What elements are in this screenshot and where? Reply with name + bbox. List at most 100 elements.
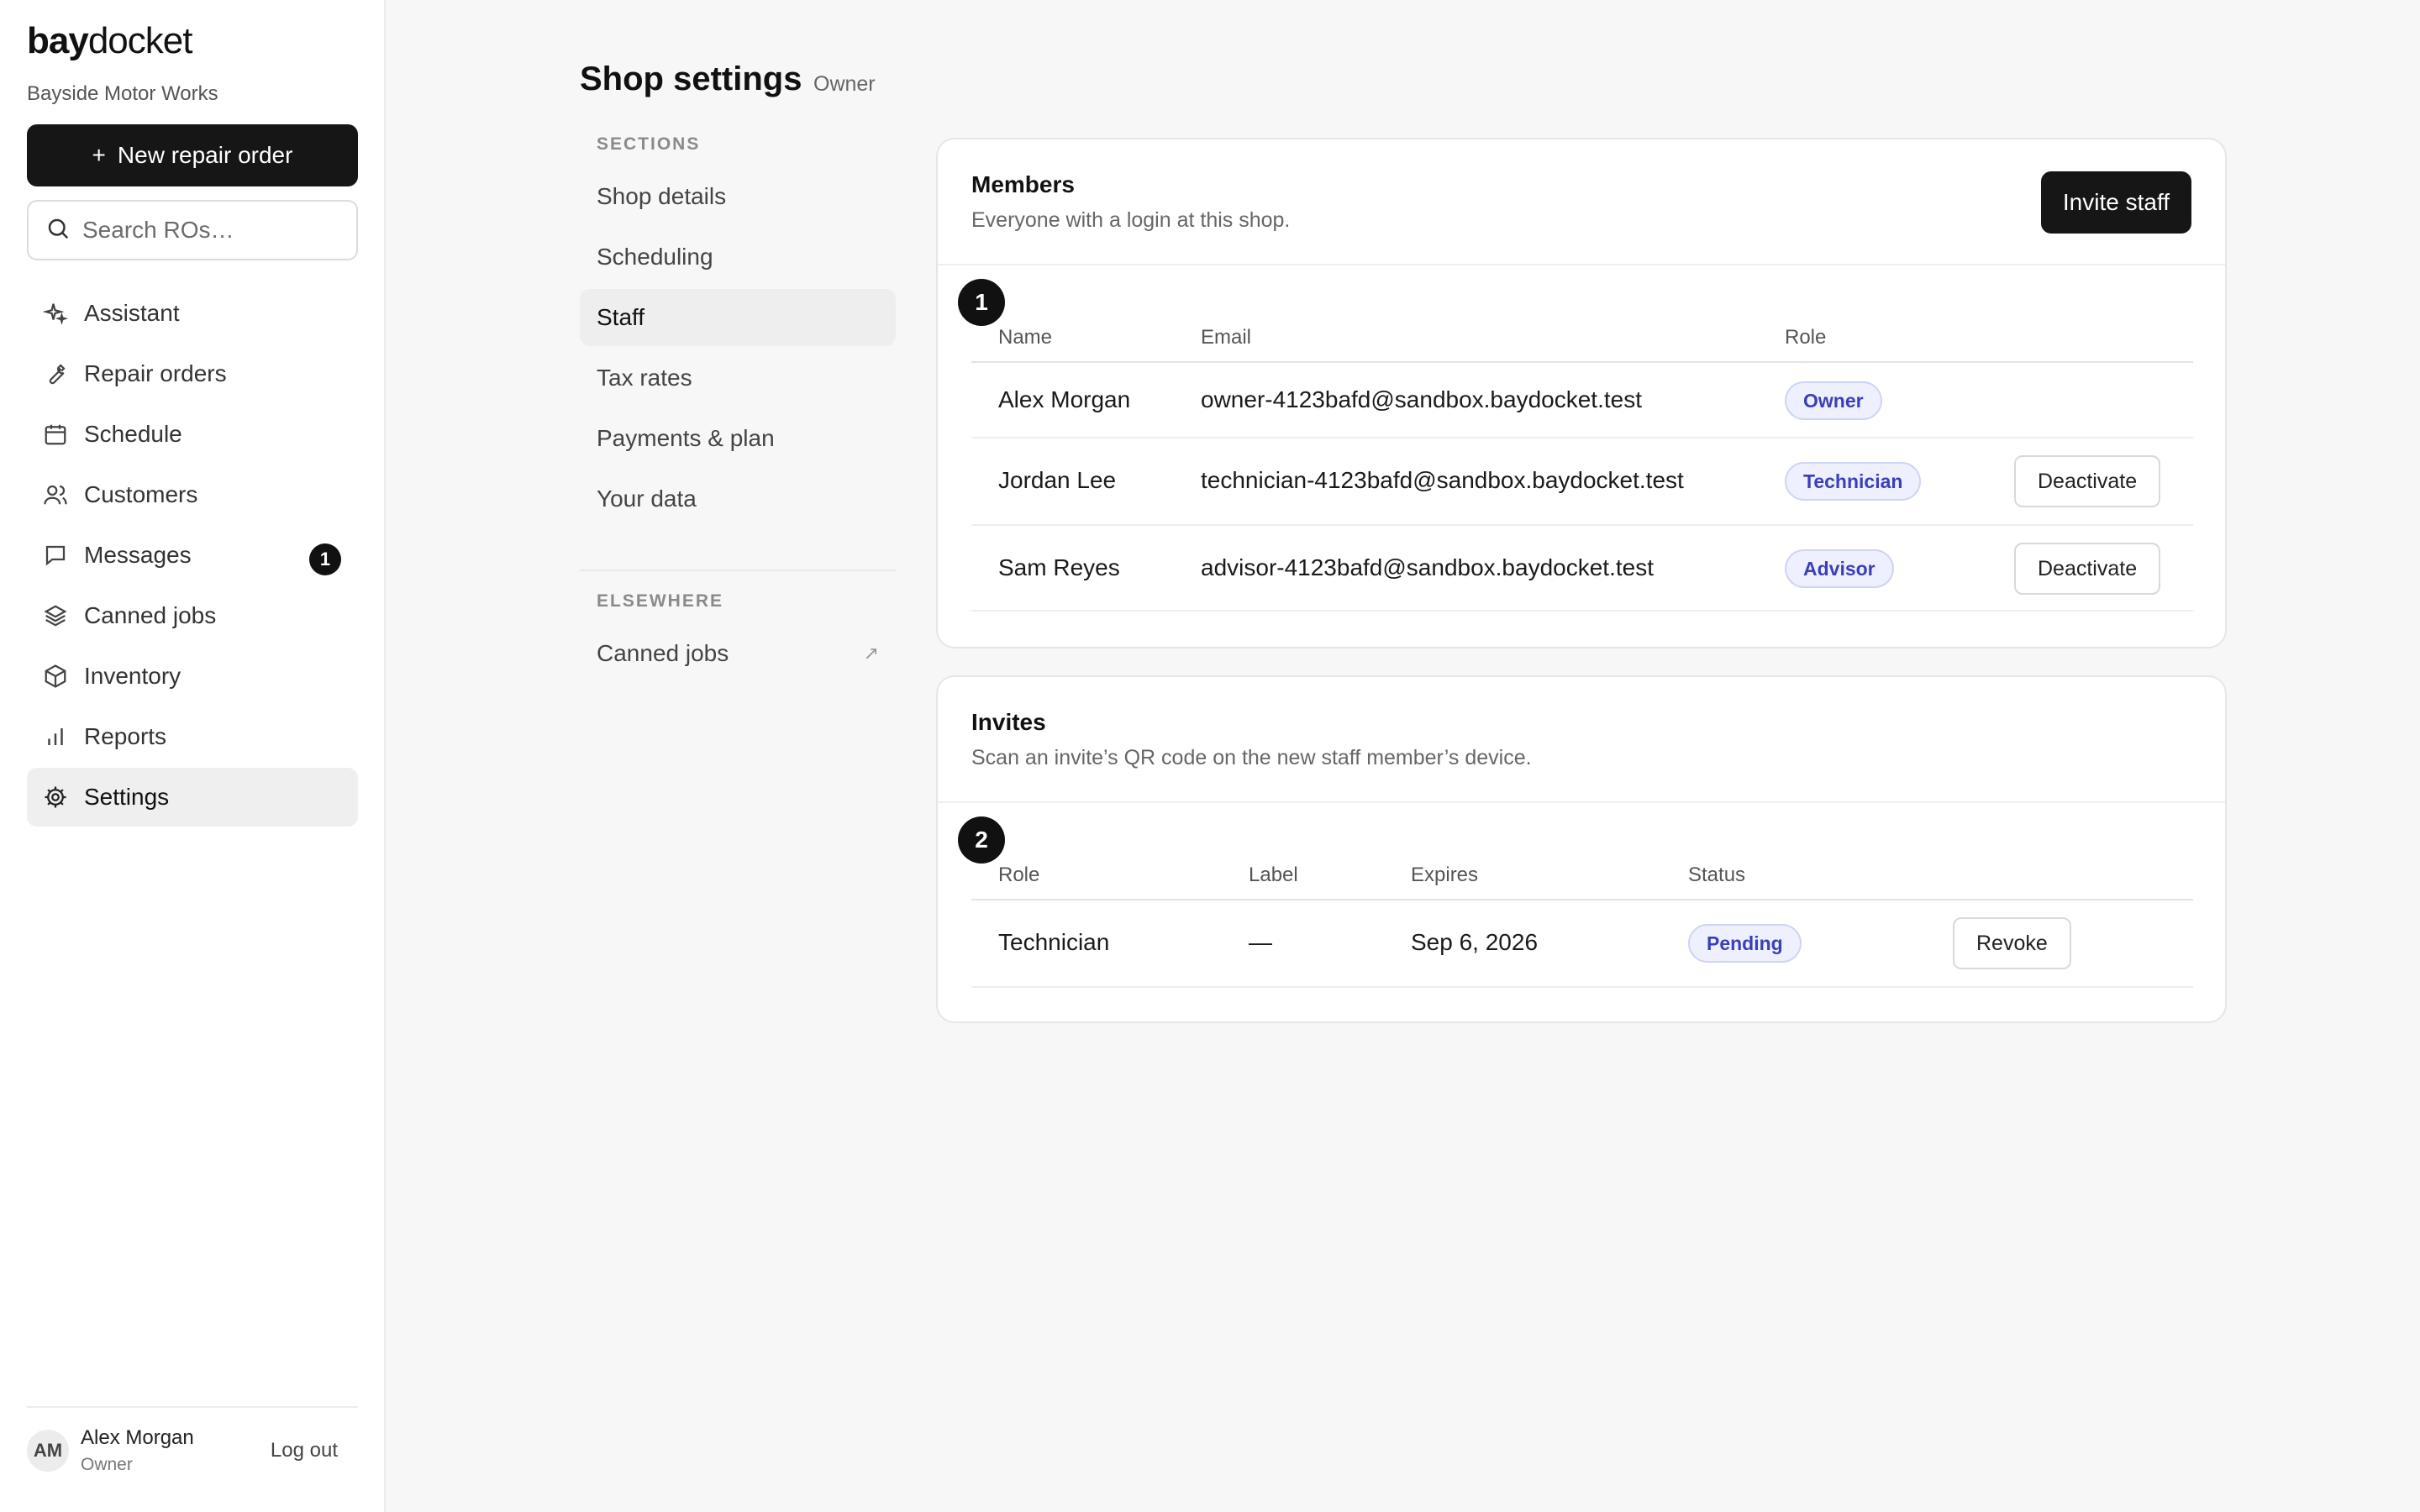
subnav-item-your-data[interactable]: Your data: [580, 470, 896, 528]
members-card-header: Members Everyone with a login at this sh…: [938, 139, 2225, 265]
page-title: Shop settings: [580, 60, 802, 97]
invites-subtitle: Scan an invite’s QR code on the new staf…: [971, 746, 1532, 769]
elsewhere-heading: ELSEWHERE: [597, 591, 724, 611]
column-header-expires: Expires: [1411, 864, 1479, 886]
sections-heading: SECTIONS: [597, 134, 701, 154]
sidebar-item-settings[interactable]: Settings: [27, 768, 358, 827]
sidebar-item-schedule[interactable]: Schedule: [27, 405, 358, 464]
members-table-header: Name Email Role: [971, 316, 2193, 363]
invite-role: Technician: [998, 929, 1110, 955]
subnav-link-canned-jobs[interactable]: Canned jobs ↗: [580, 625, 896, 682]
logout-button[interactable]: Log out: [271, 1439, 338, 1462]
column-header-label: Label: [1249, 864, 1298, 886]
table-row: Technician — Sep 6, 2026 Pending Revoke: [971, 900, 2193, 988]
user-info: Alex Morgan Owner: [81, 1426, 194, 1475]
subnav-item-tax-rates[interactable]: Tax rates: [580, 349, 896, 407]
plus-icon: +: [92, 142, 106, 168]
member-email: technician-4123bafd@sandbox.baydocket.te…: [1201, 467, 1684, 493]
invites-card-header: Invites Scan an invite’s QR code on the …: [938, 677, 2225, 803]
sidebar-item-reports[interactable]: Reports: [27, 707, 358, 766]
invites-card: Invites Scan an invite’s QR code on the …: [936, 675, 2227, 1023]
bar-chart-icon: [42, 723, 69, 750]
new-repair-order-label: New repair order: [117, 142, 293, 168]
sidebar-item-messages[interactable]: Messages 1: [27, 526, 358, 585]
column-header-status: Status: [1688, 864, 1746, 886]
sidebar-item-label: Messages: [84, 542, 192, 568]
wrench-icon: [42, 360, 69, 387]
page-role-label: Owner: [813, 72, 876, 96]
user-name: Alex Morgan: [81, 1426, 194, 1449]
role-badge: Advisor: [1785, 549, 1894, 588]
invites-table: Role Label Expires Status Technician — S…: [971, 853, 2193, 988]
search-box[interactable]: [27, 200, 358, 260]
subnav-item-scheduling[interactable]: Scheduling: [580, 228, 896, 286]
members-subtitle: Everyone with a login at this shop.: [971, 208, 1291, 232]
message-icon: [42, 542, 69, 569]
invite-expires: Sep 6, 2026: [1411, 929, 1539, 955]
sidebar-item-canned-jobs[interactable]: Canned jobs: [27, 586, 358, 645]
invite-staff-button[interactable]: Invite staff: [2040, 171, 2191, 234]
layers-icon: [42, 602, 69, 629]
members-table: Name Email Role Alex Morgan owner-4123ba…: [971, 316, 2193, 612]
sidebar-item-customers[interactable]: Customers: [27, 465, 358, 524]
subnav-item-shop-details[interactable]: Shop details: [580, 168, 896, 225]
column-header-role: Role: [1785, 326, 1827, 349]
table-row: Sam Reyes advisor-4123bafd@sandbox.baydo…: [971, 526, 2193, 612]
deactivate-button[interactable]: Deactivate: [2014, 455, 2161, 507]
gear-icon: [42, 784, 69, 811]
calendar-icon: [42, 421, 69, 448]
sparkle-icon: [42, 300, 69, 327]
sidebar-item-assistant[interactable]: Assistant: [27, 284, 358, 343]
sidebar-item-label: Repair orders: [84, 360, 227, 386]
table-row: Jordan Lee technician-4123bafd@sandbox.b…: [971, 438, 2193, 526]
sidebar-nav: Assistant Repair orders Schedule Custome…: [27, 284, 358, 828]
column-header-name: Name: [998, 326, 1053, 349]
sidebar-item-label: Settings: [84, 784, 170, 810]
sidebar-item-repair-orders[interactable]: Repair orders: [27, 344, 358, 403]
sidebar-item-inventory[interactable]: Inventory: [27, 647, 358, 706]
subnav-divider: [580, 570, 896, 571]
sidebar: baydocket Bayside Motor Works + New repa…: [0, 0, 386, 1512]
sidebar-item-label: Assistant: [84, 300, 180, 326]
member-email: owner-4123bafd@sandbox.baydocket.test: [1201, 386, 1642, 412]
search-icon: [45, 216, 71, 245]
step-marker: 1: [958, 279, 1005, 326]
column-header-role: Role: [998, 864, 1040, 886]
sidebar-item-label: Reports: [84, 723, 167, 749]
user-footer: AM Alex Morgan Owner Log out: [27, 1406, 358, 1494]
avatar[interactable]: AM: [27, 1430, 69, 1472]
members-card: Members Everyone with a login at this sh…: [936, 138, 2227, 648]
table-row: Alex Morgan owner-4123bafd@sandbox.baydo…: [971, 363, 2193, 438]
subnav-item-staff[interactable]: Staff: [580, 289, 896, 346]
subnav-item-payments-plan[interactable]: Payments & plan: [580, 410, 896, 467]
role-badge: Technician: [1785, 462, 1922, 501]
sidebar-item-label: Canned jobs: [84, 602, 217, 628]
unread-count-badge: 1: [309, 543, 341, 575]
external-link-icon: ↗: [863, 643, 879, 664]
users-icon: [42, 481, 69, 508]
sidebar-item-label: Schedule: [84, 421, 182, 447]
sidebar-item-label: Inventory: [84, 663, 182, 689]
status-badge: Pending: [1688, 924, 1802, 963]
member-email: advisor-4123bafd@sandbox.baydocket.test: [1201, 554, 1654, 580]
invites-title: Invites: [971, 709, 1046, 735]
sidebar-item-label: Customers: [84, 481, 198, 507]
settings-subnav: SECTIONS Shop details Scheduling Staff T…: [580, 134, 896, 682]
member-name: Sam Reyes: [998, 554, 1120, 580]
revoke-button[interactable]: Revoke: [1953, 917, 2071, 969]
column-header-email: Email: [1201, 326, 1252, 349]
member-name: Jordan Lee: [998, 467, 1117, 493]
members-title: Members: [971, 171, 1075, 197]
member-name: Alex Morgan: [998, 386, 1131, 412]
invite-label: —: [1249, 929, 1272, 955]
box-icon: [42, 663, 69, 690]
shop-name: Bayside Motor Works: [27, 82, 218, 105]
step-marker: 2: [958, 816, 1005, 864]
invites-table-header: Role Label Expires Status: [971, 853, 2193, 900]
user-role: Owner: [81, 1455, 133, 1474]
search-input[interactable]: [82, 217, 351, 244]
app-logo[interactable]: baydocket: [27, 20, 192, 62]
subnav-link-label: Canned jobs: [597, 640, 729, 666]
deactivate-button[interactable]: Deactivate: [2014, 543, 2161, 595]
new-repair-order-button[interactable]: + New repair order: [27, 124, 358, 186]
